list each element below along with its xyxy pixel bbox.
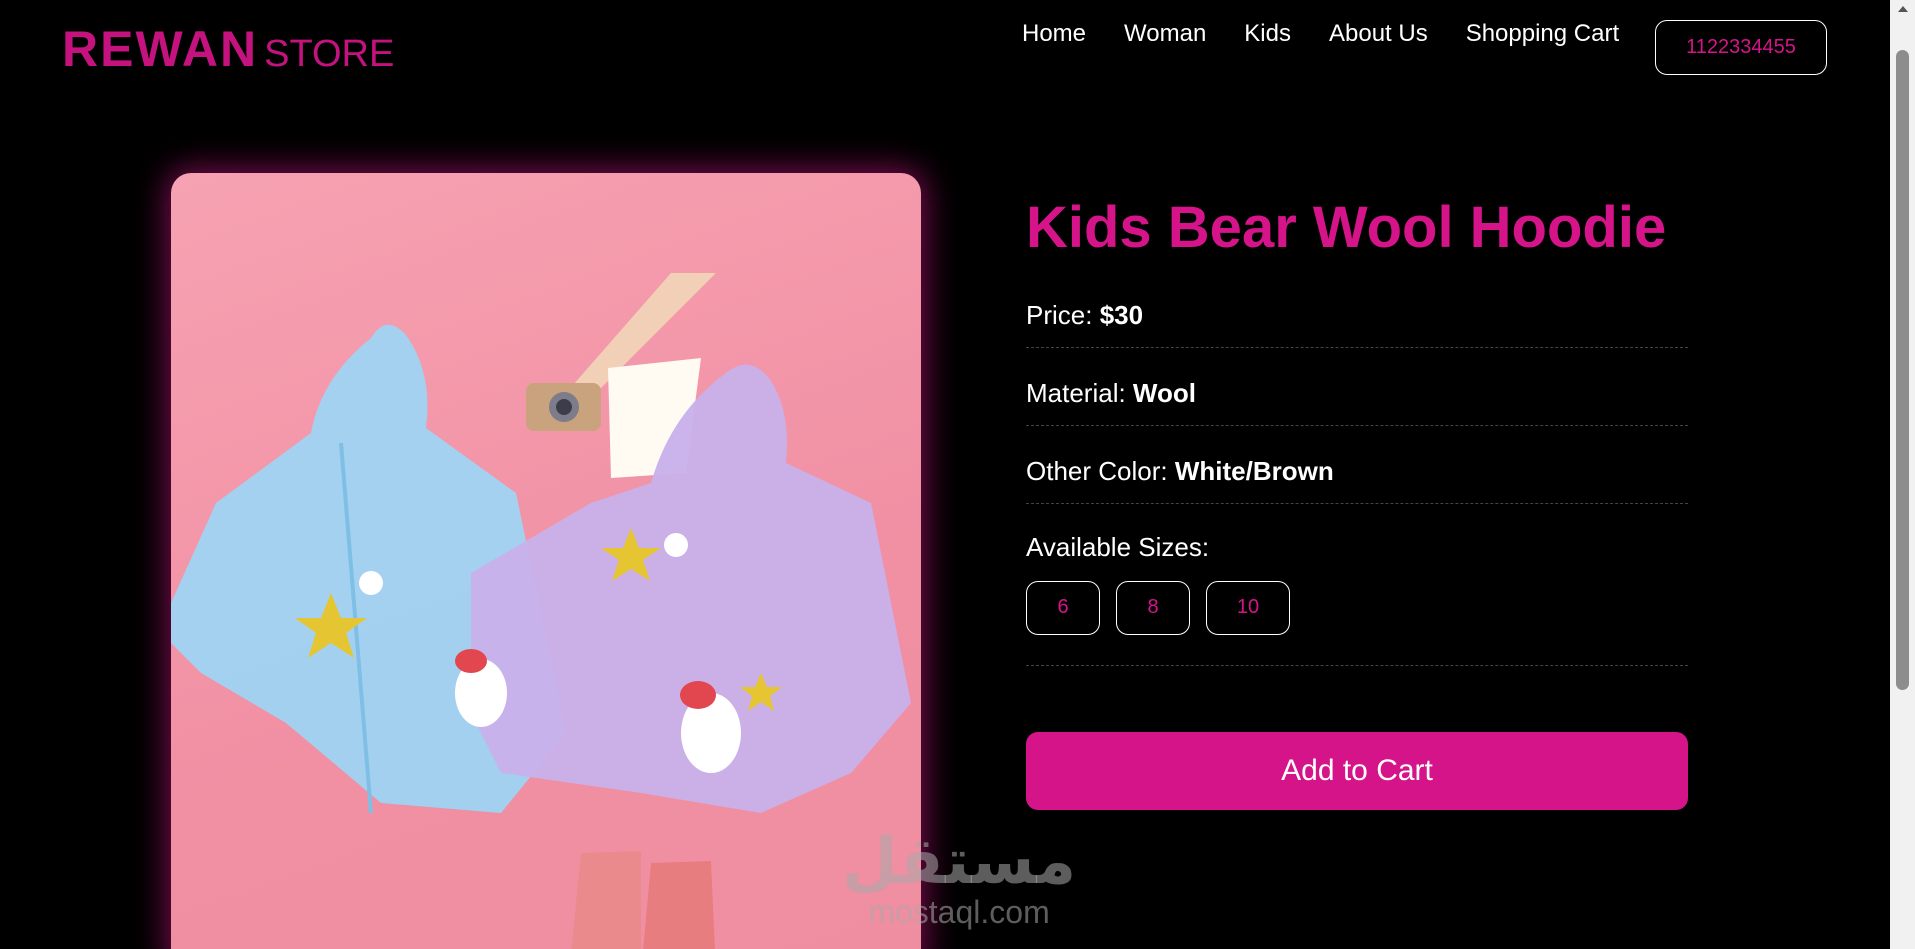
main-nav: Home Woman Kids About Us Shopping Cart [1022,20,1657,48]
size-6-button[interactable]: 6 [1026,580,1100,635]
price-row: Price: $30 [1026,300,1688,348]
color-value: White/Brown [1174,455,1334,486]
price-label: Price: [1026,299,1100,330]
material-value: Wool [1132,377,1196,408]
add-to-cart-button[interactable]: Add to Cart [1026,731,1688,810]
scroll-up-arrow-icon[interactable] [1898,6,1908,12]
product-image [171,173,921,949]
price-value: $30 [1099,299,1144,330]
phone-button[interactable]: 1122334455 [1655,20,1827,75]
brand-logo[interactable]: REWAN STORE [62,20,394,78]
size-8-button[interactable]: 8 [1116,580,1190,635]
nav-kids[interactable]: Kids [1244,20,1291,48]
material-label: Material: [1026,377,1133,408]
brand-subtitle: STORE [264,33,395,75]
site-header: REWAN STORE Home Woman Kids About Us Shop… [0,0,1890,100]
nav-woman[interactable]: Woman [1124,20,1206,48]
product-photo [171,273,911,949]
size-options: 6 8 10 [1026,580,1688,666]
nav-about-us[interactable]: About Us [1329,20,1428,48]
color-label: Other Color: [1026,455,1175,486]
scrollbar[interactable] [1890,0,1915,949]
watermark-latin: mostaql.com [868,894,1050,930]
watermark: مستقل mostaql.com [842,830,1076,931]
watermark-arabic: مستقل [842,825,1077,899]
scroll-thumb[interactable] [1896,50,1909,690]
material-row: Material: Wool [1026,378,1688,426]
nav-home[interactable]: Home [1022,20,1086,48]
color-row: Other Color: White/Brown [1026,456,1688,504]
product-details: Kids Bear Wool Hoodie Price: $30 Materia… [1026,195,1688,810]
size-10-button[interactable]: 10 [1206,580,1290,635]
product-title: Kids Bear Wool Hoodie [1026,195,1667,260]
nav-shopping-cart[interactable]: Shopping Cart [1466,20,1619,48]
brand-name: REWAN [62,21,259,77]
sizes-label: Available Sizes: [1026,531,1210,562]
